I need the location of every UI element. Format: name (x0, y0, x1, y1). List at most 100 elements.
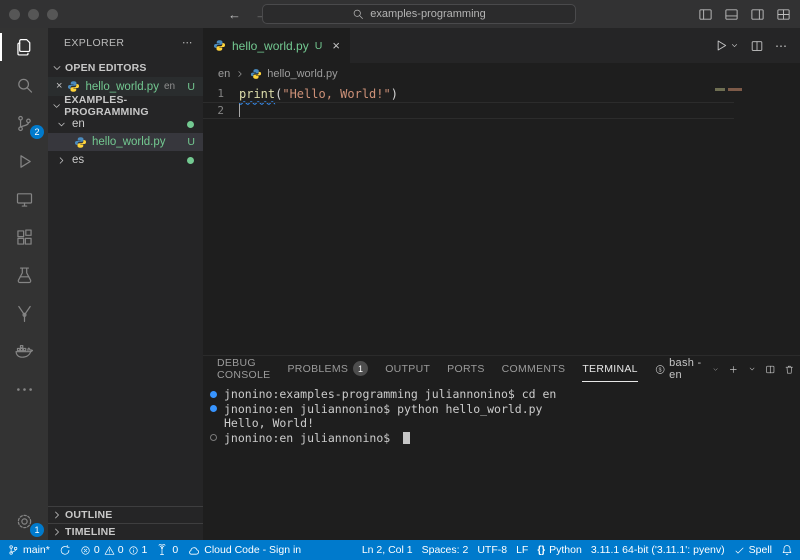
tree-folder-es[interactable]: es (48, 151, 203, 169)
spell-checker-item[interactable]: Spell (734, 544, 772, 556)
cursor-position-item[interactable]: Ln 2, Col 1 (362, 544, 413, 556)
open-editor-item[interactable]: × hello_world.py en U (48, 77, 203, 96)
activity-bar: 2 1 (0, 28, 48, 540)
terminal-shell-picker[interactable]: $ bash - en (655, 357, 719, 381)
tab-hello-world[interactable]: hello_world.py U × (203, 28, 350, 63)
notifications-bell-icon[interactable] (781, 544, 793, 556)
zoom-window-button[interactable] (47, 9, 58, 20)
current-command-dot (210, 434, 217, 441)
status-bar: main* 0 0 1 0 Cloud Code - Sign in (0, 540, 800, 560)
toggle-sidebar-right-icon[interactable] (750, 7, 765, 22)
activity-cloud-run[interactable] (0, 294, 48, 332)
radio-tower-icon (156, 544, 168, 556)
chevron-right-icon (51, 526, 63, 538)
breadcrumb-file[interactable]: hello_world.py (267, 68, 337, 80)
outline-section-header[interactable]: OUTLINE (48, 506, 203, 523)
explorer-more-actions-icon[interactable]: ⋯ (182, 37, 193, 49)
run-python-file-button[interactable] (713, 38, 739, 53)
chevron-down-icon (712, 365, 719, 374)
terminal-line: jnonino:examples-programming juliannonin… (210, 387, 800, 402)
python-file-icon (67, 80, 80, 93)
ports-status-item[interactable]: 0 (156, 544, 178, 556)
python-interpreter-item[interactable]: 3.11.1 64-bit ('3.11.1': pyenv) (591, 544, 725, 556)
panel-tab-ports[interactable]: PORTS (447, 356, 484, 382)
code-line-1: 1 print("Hello, World!") (203, 85, 800, 102)
eol-item[interactable]: LF (516, 544, 528, 556)
editor-more-actions-icon[interactable]: ⋯ (775, 39, 787, 53)
tree-folder-en[interactable]: en (48, 115, 203, 133)
timeline-section-header[interactable]: TIMELINE (48, 523, 203, 540)
activity-settings[interactable]: 1 (0, 502, 48, 540)
toggle-sidebar-left-icon[interactable] (698, 7, 713, 22)
navigate-back-icon[interactable]: ← (228, 7, 241, 22)
activity-remote-explorer[interactable] (0, 180, 48, 218)
minimap[interactable] (715, 88, 742, 91)
close-tab-icon[interactable]: × (332, 38, 340, 53)
cloud-icon (187, 544, 200, 557)
project-section-header[interactable]: EXAMPLES-PROGRAMMING (48, 96, 203, 115)
title-bar: ← → examples-programming (0, 0, 800, 28)
panel-tab-comments[interactable]: COMMENTS (502, 356, 566, 382)
open-editors-header[interactable]: OPEN EDITORS (48, 58, 203, 77)
activity-run-debug[interactable] (0, 142, 48, 180)
git-sync-item[interactable] (59, 544, 71, 556)
sidebar-title: EXPLORER (64, 37, 124, 49)
activity-docker[interactable] (0, 332, 48, 370)
panel-tab-problems[interactable]: PROBLEMS1 (287, 356, 368, 382)
svg-text:$: $ (658, 367, 661, 373)
problems-count-badge: 1 (353, 361, 368, 376)
terminal-line: Hello, World! (210, 416, 800, 431)
settings-badge: 1 (30, 523, 44, 537)
breadcrumb-folder[interactable]: en (218, 68, 230, 80)
close-window-button[interactable] (9, 9, 20, 20)
activity-additional-views[interactable] (0, 370, 48, 408)
split-terminal-icon[interactable] (765, 363, 776, 376)
terminal-line: jnonino:en juliannonino$ (210, 431, 800, 446)
remote-explorer-icon (14, 189, 35, 210)
language-mode-item[interactable]: {} Python (537, 544, 582, 556)
activity-explorer[interactable] (0, 28, 48, 66)
activity-source-control[interactable]: 2 (0, 104, 48, 142)
encoding-item[interactable]: UTF-8 (477, 544, 507, 556)
command-success-dot (210, 405, 217, 412)
current-line-highlight (203, 102, 734, 119)
problems-status-item[interactable]: 0 0 1 (80, 544, 148, 556)
close-editor-icon[interactable]: × (56, 81, 62, 92)
code-editor[interactable]: 1 print("Hello, World!") 2 (203, 85, 800, 355)
activity-testing[interactable] (0, 256, 48, 294)
customize-layout-icon[interactable] (776, 7, 791, 22)
new-terminal-icon[interactable] (728, 363, 739, 376)
files-icon (14, 37, 35, 58)
explorer-sidebar: EXPLORER ⋯ OPEN EDITORS × hello_world.py… (48, 28, 203, 540)
open-editor-filename: hello_world.py (85, 81, 159, 93)
panel-tab-terminal[interactable]: TERMINAL (582, 356, 638, 382)
tree-file-hello-world[interactable]: hello_world.py U (48, 133, 203, 151)
beaker-icon (14, 265, 35, 286)
panel-tab-debug-console[interactable]: DEBUG CONSOLE (217, 356, 270, 382)
vscode-window: ← → examples-programming 2 (0, 0, 800, 560)
git-branch-item[interactable]: main* (7, 544, 50, 556)
activity-search[interactable] (0, 66, 48, 104)
chevron-down-icon[interactable] (748, 364, 756, 374)
extensions-icon (14, 227, 35, 248)
check-icon (734, 545, 745, 556)
split-editor-icon[interactable] (750, 39, 764, 53)
cloud-code-status-item[interactable]: Cloud Code - Sign in (187, 544, 301, 557)
indentation-item[interactable]: Spaces: 2 (422, 544, 469, 556)
bottom-panel: DEBUG CONSOLE PROBLEMS1 OUTPUT PORTS COM… (203, 355, 800, 540)
command-center-search[interactable]: examples-programming (262, 4, 576, 24)
panel-tab-output[interactable]: OUTPUT (385, 356, 430, 382)
activity-extensions[interactable] (0, 218, 48, 256)
terminal-output[interactable]: jnonino:examples-programming juliannonin… (203, 382, 800, 445)
terminal-line: jnonino:en juliannonino$ python hello_wo… (210, 402, 800, 417)
search-icon (14, 75, 35, 96)
play-icon (713, 38, 728, 53)
info-icon (128, 545, 139, 556)
python-file-icon (74, 136, 87, 149)
python-file-icon (213, 39, 226, 52)
toggle-panel-icon[interactable] (724, 7, 739, 22)
minimize-window-button[interactable] (28, 9, 39, 20)
search-icon (352, 8, 364, 20)
kill-terminal-trash-icon[interactable] (784, 363, 795, 376)
folder-modified-dot (187, 121, 194, 128)
